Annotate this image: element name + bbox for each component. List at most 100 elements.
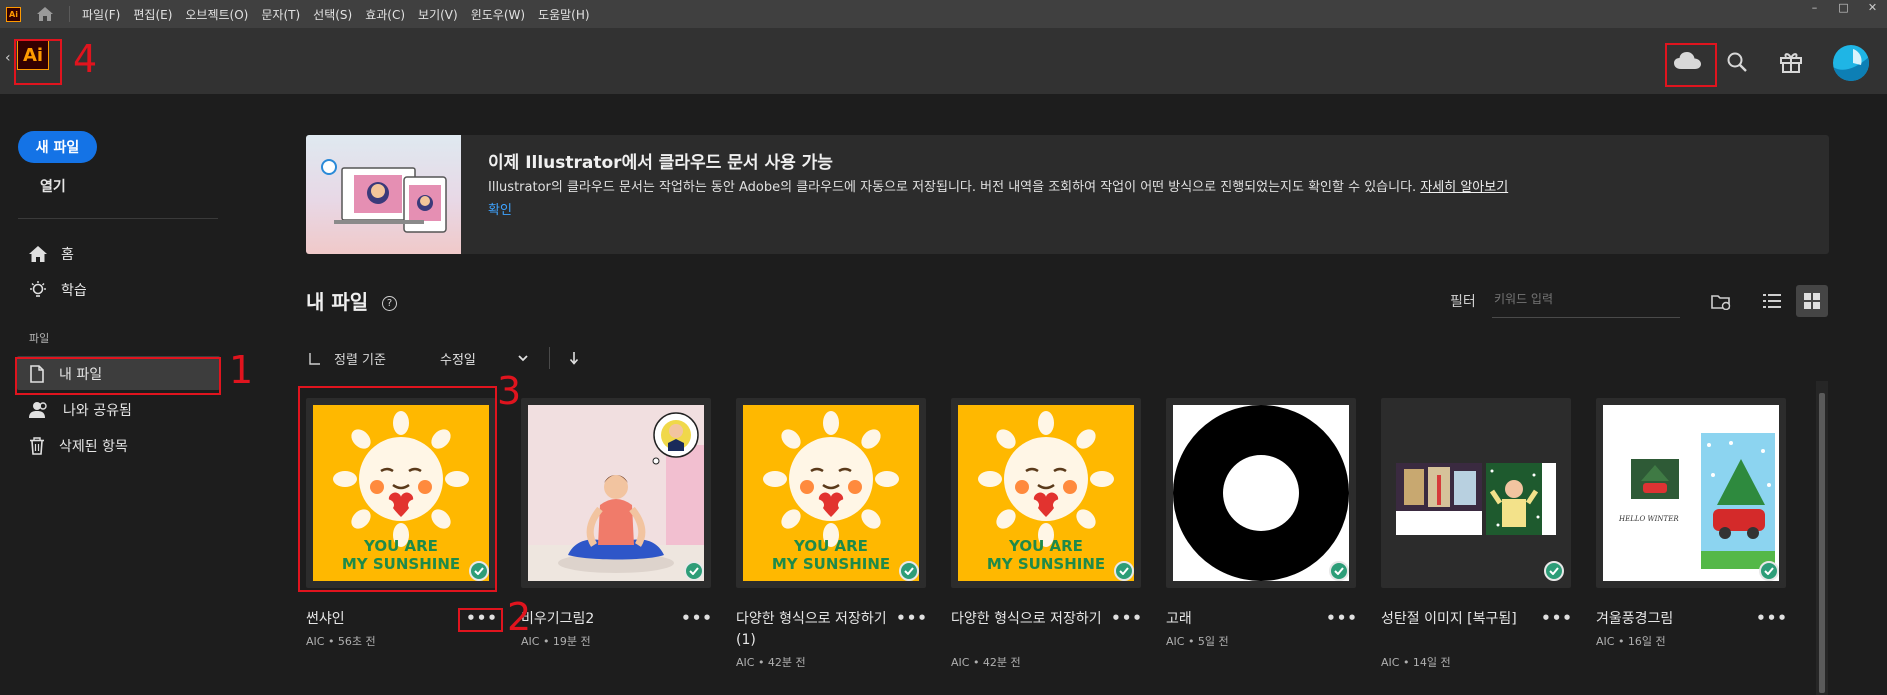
svg-text:YOU ARE: YOU ARE [1008, 537, 1083, 555]
more-options-button[interactable]: ••• [1111, 609, 1142, 627]
menu-window[interactable]: 윈도우(W) [471, 6, 525, 23]
file-name[interactable]: 성탄절 이미지 [복구됨] [1381, 609, 1541, 630]
sidebar-item-label: 삭제된 항목 [59, 439, 128, 455]
shared-user-icon [29, 402, 47, 418]
banner-body-line: Illustrator의 클라우드 문서는 작업하는 동안 Adobe의 클라우… [488, 176, 1508, 195]
menubar: Ai 파일(F) 편집(E) 오브젝트(O) 문자(T) 선택(S) 효과(C)… [0, 0, 1887, 28]
new-folder-icon[interactable] [1711, 293, 1731, 314]
scrollbar-thumb[interactable] [1819, 393, 1825, 693]
home-icon[interactable] [35, 4, 55, 24]
filter-label: 필터 [1450, 294, 1476, 310]
annotation-box-4 [14, 39, 62, 85]
sort-divider [549, 347, 550, 369]
annotation-box-2 [458, 608, 503, 632]
file-card[interactable]: YOU ARE MY SUNSHINE [951, 398, 1141, 588]
open-button[interactable]: 열기 [40, 176, 66, 196]
app-header: ‹ Ai [0, 28, 1887, 94]
file-card[interactable] [1381, 398, 1571, 588]
avatar[interactable] [1833, 45, 1869, 81]
synced-check-icon [1544, 561, 1564, 581]
scrollbar[interactable] [1816, 381, 1828, 695]
file-name[interactable]: 비우기그림2 [521, 609, 681, 630]
sidebar-item-deleted[interactable]: 삭제된 항목 [29, 434, 128, 458]
sidebar-item-label: 홈 [61, 247, 74, 263]
menu-object[interactable]: 오브젝트(O) [185, 6, 248, 23]
home-icon [29, 246, 47, 262]
file-name[interactable]: 다양한 형식으로 저장하기 (1) [736, 609, 896, 651]
trash-icon [30, 437, 44, 455]
banner-learn-more-link[interactable]: 자세히 알아보기 [1420, 180, 1508, 195]
synced-check-icon [1114, 561, 1134, 581]
file-card[interactable] [521, 398, 711, 588]
sort-direction-icon[interactable] [569, 350, 579, 369]
menu-file[interactable]: 파일(F) [82, 6, 120, 23]
app-icon-small: Ai [6, 6, 21, 22]
synced-check-icon [1329, 561, 1349, 581]
more-options-button[interactable]: ••• [896, 609, 927, 627]
menu-select[interactable]: 선택(S) [313, 6, 352, 23]
file-name[interactable]: 썬샤인 [306, 609, 466, 630]
annotation-number-2: 2 [507, 595, 532, 639]
file-thumbnail[interactable]: YOU ARE MY SUNSHINE [958, 405, 1134, 581]
filter-input[interactable] [1494, 284, 1674, 314]
new-file-button[interactable]: 새 파일 [18, 131, 97, 163]
synced-check-icon [1759, 561, 1779, 581]
file-thumbnail[interactable] [528, 405, 704, 581]
sidebar-item-home[interactable]: 홈 [29, 242, 74, 266]
file-card[interactable]: HELLO WINTER [1596, 398, 1786, 588]
more-options-button[interactable]: ••• [1756, 609, 1787, 627]
sort-dropdown[interactable]: 수정일 [440, 348, 528, 368]
file-card[interactable] [1166, 398, 1356, 588]
file-name[interactable]: 겨울풍경그림 [1596, 609, 1756, 630]
sidebar-item-label: 나와 공유됨 [63, 403, 132, 419]
grid-view-button[interactable] [1796, 285, 1828, 317]
sidebar-item-shared[interactable]: 나와 공유됨 [29, 398, 132, 422]
help-icon[interactable]: ? [382, 296, 397, 311]
sort-icon [309, 350, 321, 369]
sort-value: 수정일 [440, 352, 476, 368]
annotation-number-4: 4 [73, 37, 98, 81]
more-options-button[interactable]: ••• [1326, 609, 1357, 627]
christmas-illustration [1388, 405, 1564, 581]
annotation-box-3 [298, 386, 497, 592]
file-thumbnail[interactable]: YOU ARE MY SUNSHINE [743, 405, 919, 581]
svg-text:HELLO WINTER: HELLO WINTER [1618, 515, 1679, 523]
menu-help[interactable]: 도움말(H) [538, 6, 590, 23]
menu-view[interactable]: 보기(V) [418, 6, 458, 23]
file-meta: AIC • 16일 전 [1596, 635, 1666, 648]
close-button[interactable]: ✕ [1858, 0, 1887, 14]
more-options-button[interactable]: ••• [1541, 609, 1572, 627]
filter-input-wrap [1492, 284, 1680, 318]
file-name[interactable]: 다양한 형식으로 저장하기 [951, 609, 1111, 630]
search-icon[interactable] [1726, 51, 1748, 77]
gift-icon[interactable] [1779, 50, 1803, 78]
more-options-button[interactable]: ••• [681, 609, 712, 627]
menu-edit[interactable]: 편집(E) [133, 6, 172, 23]
annotation-box-1 [15, 357, 221, 395]
banner-body: Illustrator의 클라우드 문서는 작업하는 동안 Adobe의 클라우… [488, 180, 1417, 195]
file-thumbnail[interactable] [1173, 405, 1349, 581]
file-thumbnail[interactable] [1388, 405, 1564, 581]
menu-type[interactable]: 문자(T) [261, 6, 300, 23]
cloud-docs-banner: 이제 Illustrator에서 클라우드 문서 사용 가능 Illustrat… [306, 135, 1829, 254]
window-controls: – □ ✕ [1800, 0, 1887, 14]
file-card[interactable]: YOU ARE MY SUNSHINE [736, 398, 926, 588]
file-meta: AIC • 5일 전 [1166, 635, 1229, 648]
sidebar-item-learn[interactable]: 학습 [29, 278, 87, 302]
illustrator-home-window: { "app": {"short_icon_label": "Ai", "log… [0, 0, 1887, 695]
banner-confirm-link[interactable]: 확인 [488, 199, 512, 218]
list-view-icon[interactable] [1763, 293, 1781, 313]
minimize-button[interactable]: – [1800, 0, 1829, 14]
maximize-button[interactable]: □ [1829, 0, 1858, 14]
lightbulb-icon [30, 281, 46, 297]
synced-check-icon [684, 561, 704, 581]
annotation-number-1: 1 [229, 348, 254, 392]
collapse-chevron-icon[interactable]: ‹ [5, 50, 11, 66]
banner-illustration [306, 135, 461, 254]
file-thumbnail[interactable]: HELLO WINTER [1603, 405, 1779, 581]
annotation-box-cloud [1665, 43, 1717, 87]
file-name[interactable]: 고래 [1166, 609, 1326, 630]
file-meta: AIC • 19분 전 [521, 635, 591, 648]
page-title: 내 파일 [306, 290, 369, 314]
menu-effect[interactable]: 효과(C) [365, 6, 405, 23]
